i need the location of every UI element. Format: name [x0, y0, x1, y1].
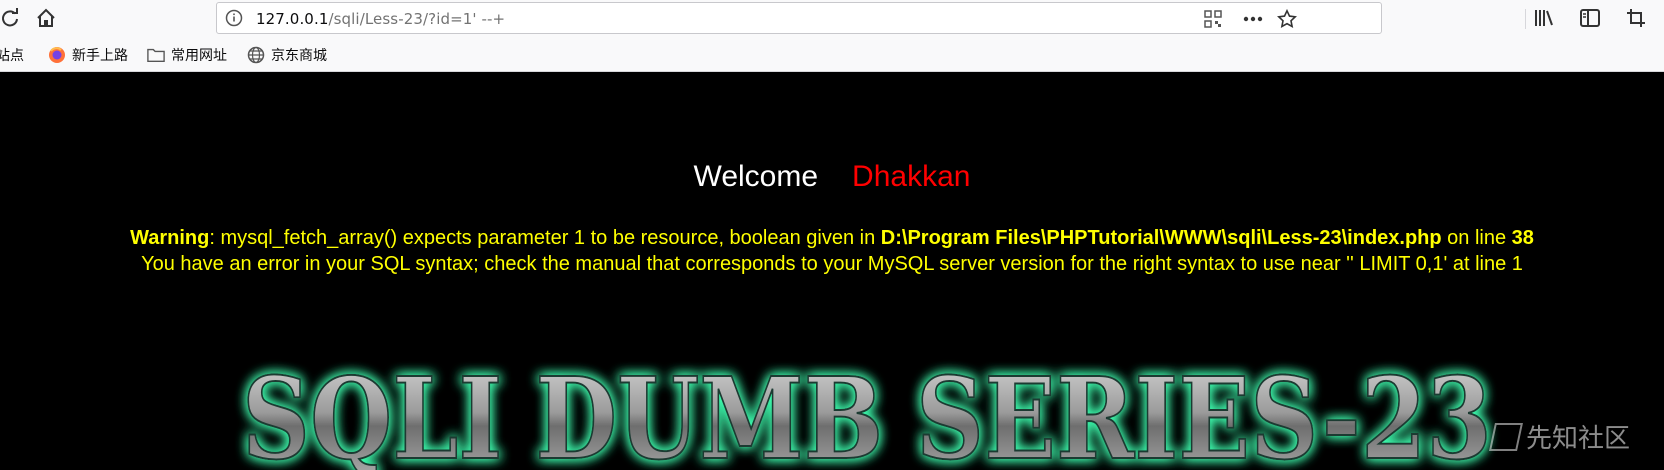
- bookmark-label: 常用网址: [171, 48, 227, 64]
- url-host: 127.0.0.1: [256, 10, 329, 28]
- bookmark-label: 京东商城: [271, 48, 327, 64]
- site-info-icon[interactable]: [225, 9, 243, 27]
- url-path: /sqli/Less-23/?id=1' --+: [328, 10, 506, 28]
- page-content: Welcome Dhakkan Warning: mysql_fetch_arra…: [0, 72, 1664, 470]
- bookmark-getting-started[interactable]: 新手上路: [48, 45, 128, 65]
- screenshot-crop-icon[interactable]: [1622, 4, 1650, 32]
- welcome-text: Welcome: [693, 160, 819, 193]
- banner-text: SQLI DUMB SERIES-23: [242, 354, 1492, 470]
- error-message: Warning: mysql_fetch_array() expects par…: [0, 225, 1664, 277]
- library-icon[interactable]: [1530, 4, 1558, 32]
- bookmark-label: 新手上路: [72, 48, 128, 64]
- bookmarks-toolbar: 站点 新手上路 常用网址 京东商城: [0, 36, 1664, 72]
- address-bar[interactable]: 127.0.0.1/sqli/Less-23/?id=1' --+: [216, 2, 1526, 34]
- watermark: 先知社区: [1489, 418, 1631, 455]
- sidebar-icon[interactable]: [1576, 4, 1604, 32]
- bookmark-star-icon[interactable]: [1277, 9, 1297, 29]
- qr-code-icon[interactable]: [1203, 9, 1223, 29]
- page-actions-icon[interactable]: [1243, 9, 1263, 29]
- welcome-line: Welcome Dhakkan: [0, 160, 1664, 194]
- user-name: Dhakkan: [852, 160, 971, 193]
- url-text[interactable]: 127.0.0.1/sqli/Less-23/?id=1' --+: [256, 10, 505, 28]
- php-warning: Warning: mysql_fetch_array() expects par…: [0, 225, 1664, 251]
- bookmark-common-sites[interactable]: 常用网址: [147, 45, 227, 65]
- watermark-text: 先知社区: [1526, 424, 1631, 454]
- warning-online: on line: [1441, 227, 1512, 249]
- browser-toolbar: 127.0.0.1/sqli/Less-23/?id=1' --+: [0, 0, 1664, 36]
- sql-error: You have an error in your SQL syntax; ch…: [141, 253, 1523, 275]
- bookmark-label: 站点: [0, 48, 24, 64]
- warning-text: : mysql_fetch_array() expects parameter …: [209, 227, 881, 249]
- warning-label: Warning: [130, 227, 210, 249]
- sqli-series-banner: SQLI DUMB SERIES-23: [241, 353, 1493, 470]
- url-separator: [1525, 9, 1526, 29]
- globe-icon: [247, 46, 265, 64]
- firefox-icon: [48, 46, 66, 64]
- warning-line: 38: [1511, 227, 1534, 249]
- home-icon[interactable]: [32, 4, 60, 32]
- warning-file: D:\Program Files\PHPTutorial\WWW\sqli\Le…: [880, 227, 1442, 249]
- folder-icon: [147, 46, 165, 64]
- reload-icon[interactable]: [0, 4, 24, 32]
- bookmark-jd-mall[interactable]: 京东商城: [247, 45, 327, 65]
- bookmark-sites[interactable]: 站点: [0, 45, 24, 65]
- xianzhi-logo-icon: [1489, 422, 1523, 451]
